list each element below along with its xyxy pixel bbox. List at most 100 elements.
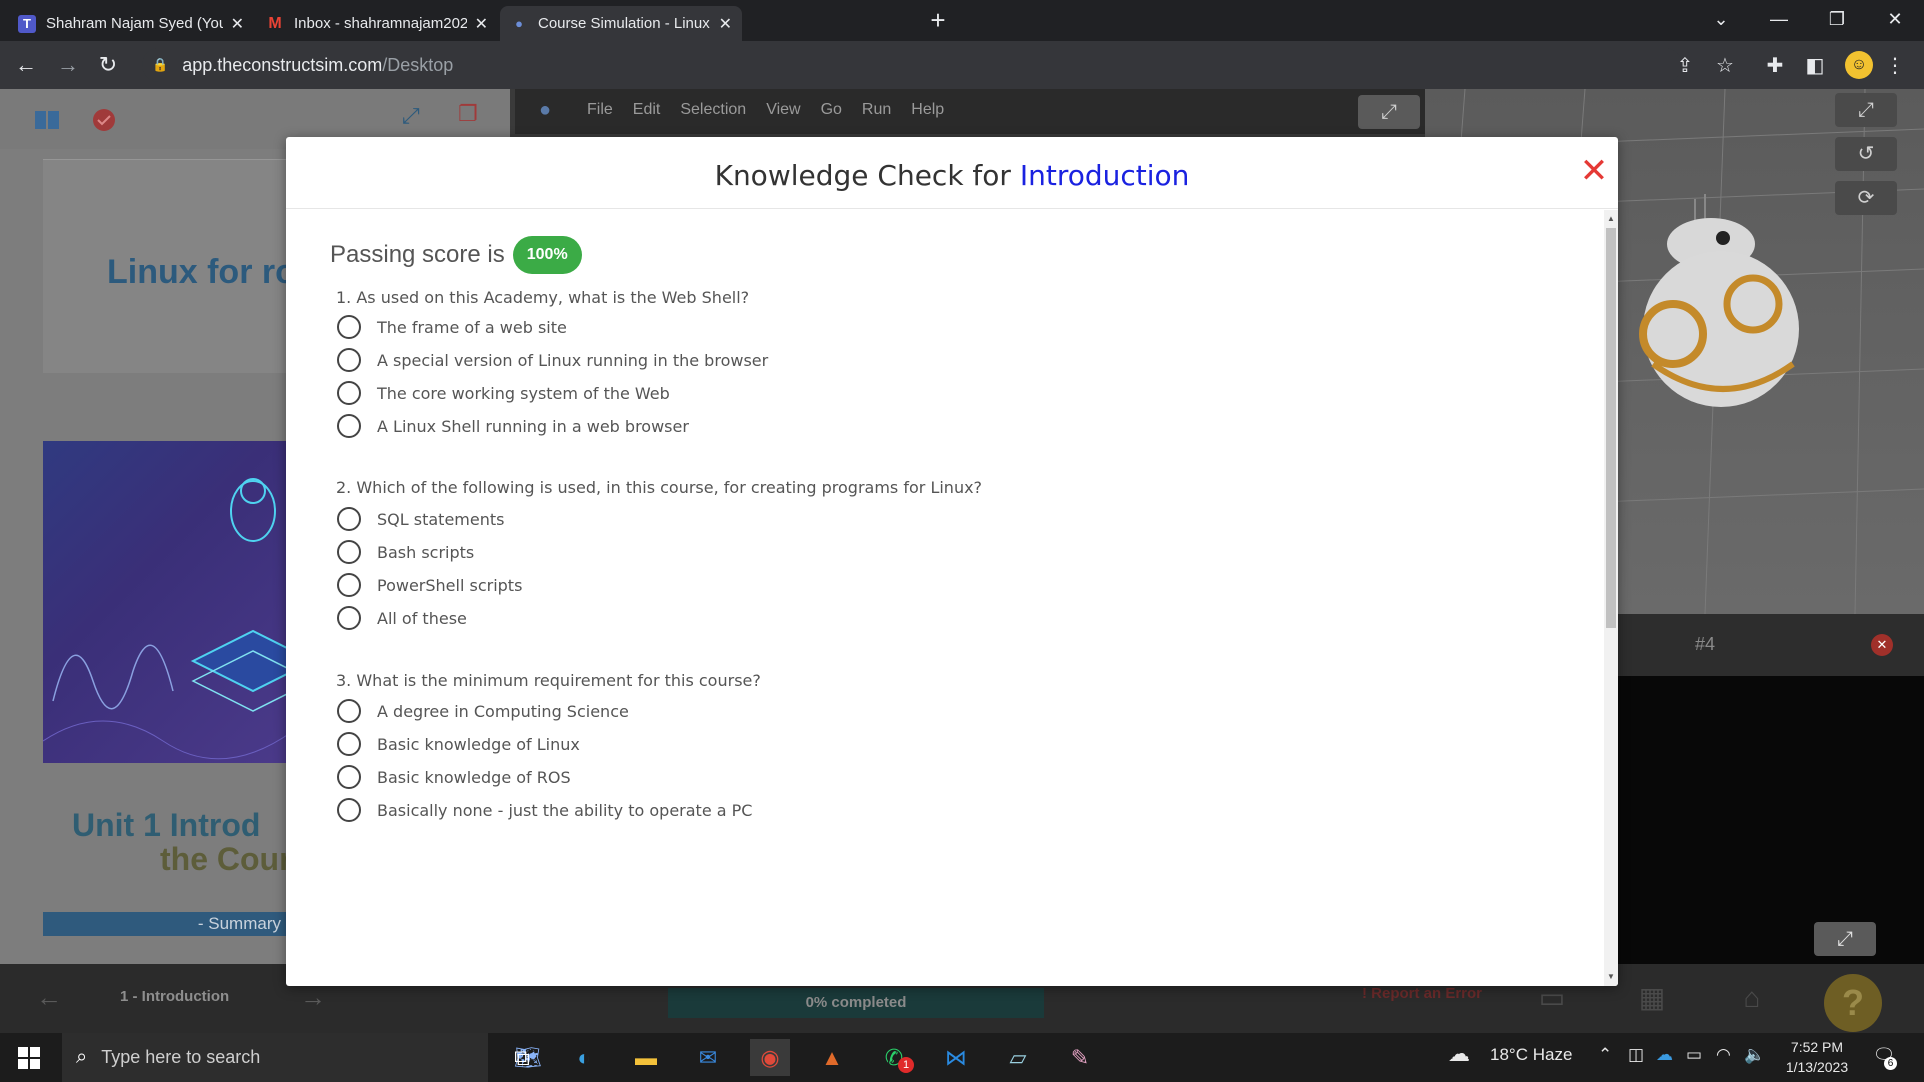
ide-menu-view[interactable]: View — [766, 101, 800, 119]
restore-button[interactable]: ❐ — [1808, 0, 1866, 41]
q1-option-3[interactable]: The core working system of the Web — [337, 379, 670, 407]
ide-menu-go[interactable]: Go — [821, 101, 842, 119]
radio-button[interactable] — [337, 765, 361, 789]
chrome-icon[interactable]: ◉ — [750, 1039, 790, 1076]
q2-option-3[interactable]: PowerShell scripts — [337, 571, 522, 599]
current-unit-label[interactable]: 1 - Introduction — [120, 988, 229, 1005]
q3-option-4[interactable]: Basically none - just the ability to ope… — [337, 796, 752, 824]
radio-button[interactable] — [337, 606, 361, 630]
radio-button[interactable] — [337, 348, 361, 372]
scroll-down-icon[interactable]: ▼ — [1604, 970, 1618, 984]
terminal-close-icon[interactable]: ✕ — [1871, 634, 1893, 656]
modal-scrollbar[interactable]: ▲ ▼ — [1604, 210, 1618, 986]
scrollbar-thumb[interactable] — [1606, 228, 1616, 628]
help-button[interactable]: ? — [1824, 974, 1882, 1032]
next-unit-arrow-icon[interactable]: → — [298, 982, 328, 1012]
menu-dots-icon[interactable]: ⋮ — [1882, 53, 1908, 79]
ide-expand-button[interactable]: ⤢ — [1358, 95, 1420, 129]
radio-button[interactable] — [337, 798, 361, 822]
scroll-up-icon[interactable]: ▲ — [1604, 212, 1618, 226]
prev-unit-arrow-icon[interactable]: ← — [34, 982, 64, 1012]
ide-logo-icon: ● — [539, 99, 552, 121]
radio-button[interactable] — [337, 414, 361, 438]
task-view-icon[interactable]: ⧉ — [502, 1039, 542, 1076]
taskbar-search-box[interactable]: ⌕ Type here to search — [62, 1033, 488, 1082]
sim-reset-button[interactable]: ↺ — [1835, 137, 1897, 171]
forward-arrow-icon[interactable]: → — [52, 49, 84, 81]
modal-title-prefix: Knowledge Check for — [714, 159, 1020, 192]
onedrive-icon[interactable]: ☁ — [1656, 1045, 1673, 1065]
tab-search-chevron-icon[interactable]: ⌄ — [1692, 0, 1750, 41]
terminal-tab-name[interactable]: #4 — [1695, 634, 1715, 655]
check-circle-icon[interactable] — [90, 107, 118, 133]
terminal-expand-button[interactable]: ⤢ — [1814, 922, 1876, 956]
ide-menu-selection[interactable]: Selection — [680, 101, 746, 119]
tray-app-icon[interactable]: ◫ — [1628, 1045, 1644, 1065]
radio-button[interactable] — [337, 573, 361, 597]
paint-icon[interactable]: ✎ — [1060, 1039, 1100, 1076]
side-panel-icon[interactable]: ◧ — [1802, 53, 1828, 79]
weather-text[interactable]: 18°C Haze — [1490, 1045, 1572, 1065]
bookmark-star-icon[interactable]: ☆ — [1712, 53, 1738, 79]
modal-body[interactable]: Passing score is 100% 1. As used on this… — [286, 210, 1604, 986]
ide-menu-run[interactable]: Run — [862, 101, 891, 119]
extensions-puzzle-icon[interactable]: ✚ — [1762, 53, 1788, 79]
windows-icon[interactable]: ❐ — [458, 101, 478, 127]
volume-icon[interactable]: 🔈 — [1744, 1045, 1765, 1065]
tab-teams[interactable]: T Shahram Najam Syed (You) | Micr ✕ — [8, 6, 254, 41]
radio-button[interactable] — [337, 540, 361, 564]
q3-option-1[interactable]: A degree in Computing Science — [337, 697, 629, 725]
book-icon[interactable] — [33, 107, 61, 133]
tab-gmail[interactable]: M Inbox - shahramnajam2022@gm ✕ — [256, 6, 498, 41]
minimize-button[interactable]: — — [1750, 0, 1808, 41]
close-icon[interactable]: ✕ — [719, 14, 732, 34]
ide-menu-edit[interactable]: Edit — [633, 101, 661, 119]
radio-button[interactable] — [337, 699, 361, 723]
file-explorer-icon[interactable]: ▬ — [626, 1039, 666, 1076]
sim-expand-button[interactable]: ⤢ — [1835, 93, 1897, 127]
battery-icon[interactable]: ▭ — [1686, 1045, 1702, 1065]
close-icon[interactable]: ✕ — [231, 14, 244, 34]
report-error-link[interactable]: ! Report an Error — [1362, 985, 1482, 1002]
windows-start-icon[interactable] — [18, 1047, 40, 1069]
expand-icon[interactable]: ⤢ — [402, 103, 420, 129]
home-icon[interactable]: ⌂ — [1732, 978, 1772, 1018]
radio-button[interactable] — [337, 381, 361, 405]
mail-icon[interactable]: ✉ — [688, 1039, 728, 1076]
notepad-icon[interactable]: ▱ — [998, 1039, 1038, 1076]
q1-option-2[interactable]: A special version of Linux running in th… — [337, 346, 768, 374]
vscode-icon[interactable]: ⋈ — [936, 1039, 976, 1076]
reload-icon[interactable]: ↻ — [92, 49, 124, 81]
back-arrow-icon[interactable]: ← — [10, 49, 42, 81]
radio-button[interactable] — [337, 315, 361, 339]
q2-option-2[interactable]: Bash scripts — [337, 538, 474, 566]
ide-menu-help[interactable]: Help — [911, 101, 944, 119]
wifi-icon[interactable]: ◠ — [1716, 1045, 1731, 1065]
tab-course-simulation[interactable]: ● Course Simulation - Linux for Ro ✕ — [500, 6, 742, 41]
address-bar[interactable]: 🔒 app.theconstructsim.com/Desktop — [142, 48, 1682, 82]
profile-avatar[interactable]: ☺ — [1845, 51, 1873, 79]
share-icon[interactable]: ⇪ — [1672, 53, 1698, 79]
taskbar-clock[interactable]: 7:52 PM 1/13/2023 — [1780, 1037, 1854, 1077]
close-window-button[interactable]: ✕ — [1866, 0, 1924, 41]
q1-option-4[interactable]: A Linux Shell running in a web browser — [337, 412, 689, 440]
q1-option-1[interactable]: The frame of a web site — [337, 313, 567, 341]
radio-button[interactable] — [337, 507, 361, 531]
tray-chevron-icon[interactable]: ⌃ — [1598, 1045, 1612, 1065]
radio-button[interactable] — [337, 732, 361, 756]
q3-option-2[interactable]: Basic knowledge of Linux — [337, 730, 580, 758]
q2-option-1[interactable]: SQL statements — [337, 505, 504, 533]
modal-close-icon[interactable]: ✕ — [1576, 153, 1612, 189]
whatsapp-icon[interactable]: ✆ 1 — [874, 1039, 914, 1076]
q3-option-3[interactable]: Basic knowledge of ROS — [337, 763, 571, 791]
new-tab-button[interactable]: + — [923, 6, 953, 36]
sim-reload-button[interactable]: ⟳ — [1835, 181, 1897, 215]
ide-menu-file[interactable]: File — [587, 101, 613, 119]
edge-icon[interactable]: ◐ — [564, 1039, 604, 1076]
q2-option-4[interactable]: All of these — [337, 604, 467, 632]
notification-center-icon[interactable]: 🗨 6 — [1870, 1045, 1898, 1071]
matlab-icon[interactable]: ▲ — [812, 1039, 852, 1076]
dashboard-icon[interactable]: ▦ — [1632, 978, 1672, 1018]
close-icon[interactable]: ✕ — [475, 14, 488, 34]
weather-cloud-icon[interactable]: ☁ — [1448, 1041, 1470, 1067]
